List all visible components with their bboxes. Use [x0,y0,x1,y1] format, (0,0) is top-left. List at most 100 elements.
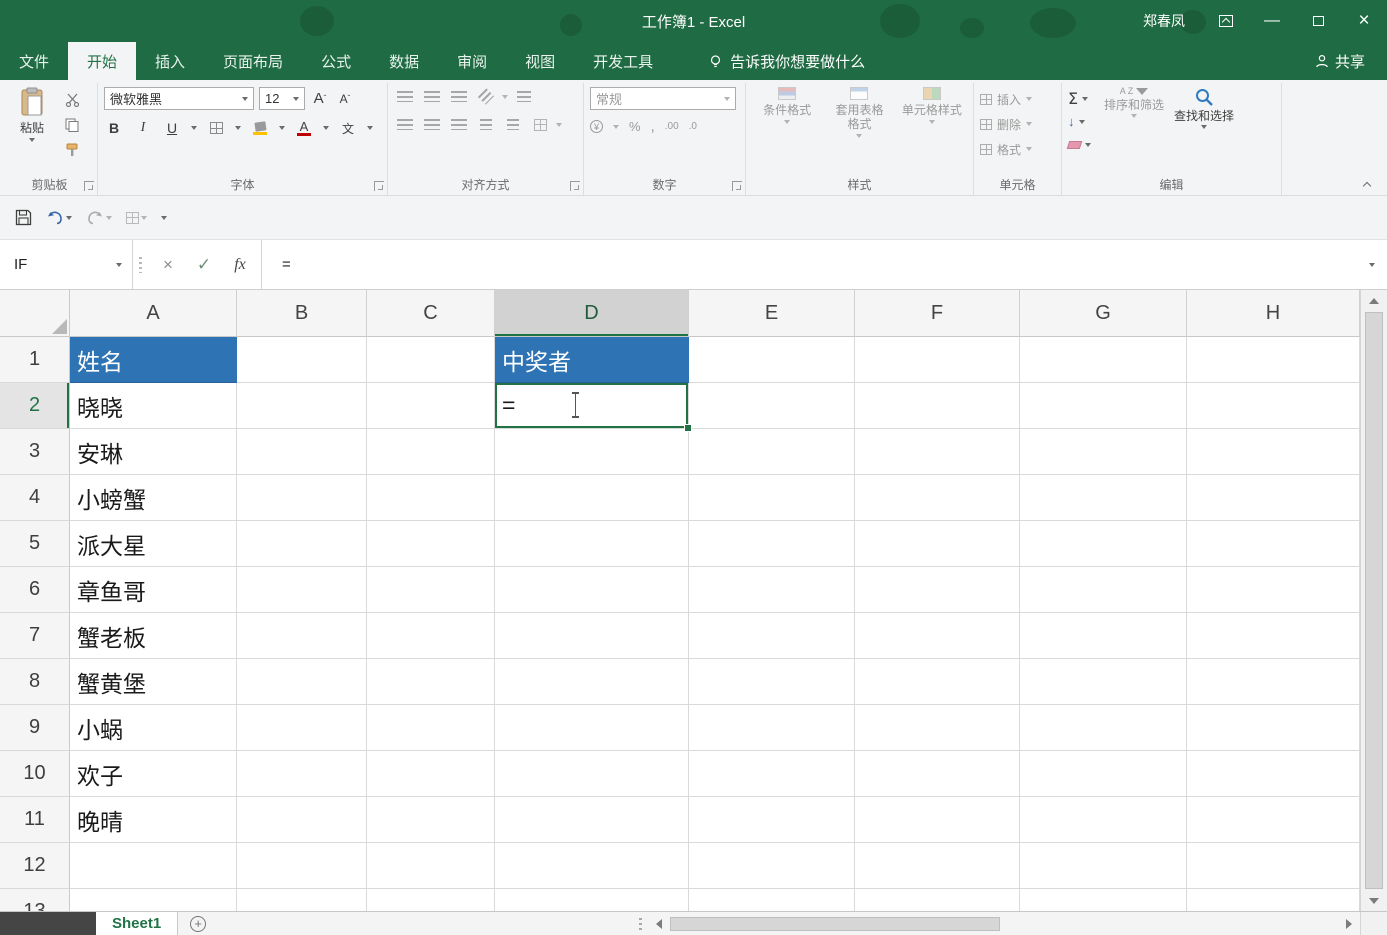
save-button[interactable] [10,204,37,232]
cell-D8[interactable] [495,659,689,705]
cell-D9[interactable] [495,705,689,751]
cell-B7[interactable] [237,613,367,659]
cell-A4[interactable]: 小螃蟹 [70,475,237,521]
cell-E1[interactable] [689,337,855,383]
cell-D7[interactable] [495,613,689,659]
cell-G11[interactable] [1020,797,1187,843]
cell-E9[interactable] [689,705,855,751]
cell-A12[interactable] [70,843,237,889]
column-header-B[interactable]: B [237,290,367,337]
number-format-select[interactable]: 常规 [590,87,736,110]
number-dialog-launcher[interactable] [732,181,742,191]
cell-A11[interactable]: 晚晴 [70,797,237,843]
cell-B4[interactable] [237,475,367,521]
tab-review[interactable]: 审阅 [438,42,506,80]
cell-E5[interactable] [689,521,855,567]
comma-style-button[interactable]: , [651,118,655,135]
tab-file[interactable]: 文件 [0,42,68,80]
cell-C12[interactable] [367,843,495,889]
tab-page-layout[interactable]: 页面布局 [204,42,302,80]
format-cells-button[interactable]: 格式 [980,139,1032,159]
fill-color-dropdown-icon[interactable] [279,126,285,130]
orientation-button[interactable] [475,87,497,106]
tab-developer[interactable]: 开发工具 [574,42,672,80]
cell-E11[interactable] [689,797,855,843]
cell-E12[interactable] [689,843,855,889]
column-header-H[interactable]: H [1187,290,1360,337]
cell-C6[interactable] [367,567,495,613]
increase-font-button[interactable]: Aˆ [310,89,330,109]
cancel-button[interactable]: × [151,240,185,289]
font-color-dropdown-icon[interactable] [323,126,329,130]
cell-C9[interactable] [367,705,495,751]
format-painter-button[interactable] [60,140,84,160]
cell-D2[interactable]: = [495,383,689,429]
decrease-indent-button[interactable] [475,115,497,134]
delete-cells-button[interactable]: 删除 [980,114,1032,134]
percent-style-button[interactable]: % [629,119,641,134]
cell-H9[interactable] [1187,705,1360,751]
decrease-decimal-button[interactable]: .0 [689,121,697,132]
font-dialog-launcher[interactable] [374,181,384,191]
cell-C11[interactable] [367,797,495,843]
cell-F1[interactable] [855,337,1020,383]
cell-F9[interactable] [855,705,1020,751]
row-header-5[interactable]: 5 [0,521,70,567]
phonetic-guide-button[interactable]: 文 [338,118,358,138]
cell-E3[interactable] [689,429,855,475]
cell-G8[interactable] [1020,659,1187,705]
cell-F7[interactable] [855,613,1020,659]
copy-button[interactable] [60,115,84,135]
vertical-scrollbar[interactable] [1360,290,1387,911]
sort-filter-button[interactable]: A Z 排序和筛选 [1099,87,1169,118]
collapse-ribbon-icon[interactable] [1363,181,1371,189]
cell-G5[interactable] [1020,521,1187,567]
cell-A8[interactable]: 蟹黄堡 [70,659,237,705]
cell-B6[interactable] [237,567,367,613]
ribbon-display-options-icon[interactable] [1203,0,1249,42]
fill-handle[interactable] [684,424,692,432]
autosum-button[interactable]: Σ [1068,89,1091,108]
paste-button[interactable]: 粘贴 [8,87,56,142]
cell-H10[interactable] [1187,751,1360,797]
cell-H5[interactable] [1187,521,1360,567]
fill-button[interactable]: ↓ [1068,112,1091,131]
cell-H4[interactable] [1187,475,1360,521]
cell-B2[interactable] [237,383,367,429]
paste-dropdown-icon[interactable] [29,138,35,142]
sheet-tab-sheet1[interactable]: Sheet1 [96,912,178,935]
align-left-button[interactable] [394,115,416,134]
row-header-9[interactable]: 9 [0,705,70,751]
cell-B5[interactable] [237,521,367,567]
row-header-10[interactable]: 10 [0,751,70,797]
cell-F12[interactable] [855,843,1020,889]
cell-B1[interactable] [237,337,367,383]
phonetic-dropdown-icon[interactable] [367,126,373,130]
row-header-12[interactable]: 12 [0,843,70,889]
scroll-right-icon[interactable] [1338,912,1360,935]
cell-G13[interactable] [1020,889,1187,911]
cell-H8[interactable] [1187,659,1360,705]
formula-bar-grip[interactable] [133,240,147,289]
cell-styles-button[interactable]: 单元格样式 [897,87,967,124]
cell-H2[interactable] [1187,383,1360,429]
cell-A13[interactable] [70,889,237,911]
column-header-A[interactable]: A [70,290,237,337]
cell-D12[interactable] [495,843,689,889]
align-right-button[interactable] [448,115,470,134]
cell-G6[interactable] [1020,567,1187,613]
cell-D6[interactable] [495,567,689,613]
cell-B12[interactable] [237,843,367,889]
font-name-select[interactable]: 微软雅黑 [104,87,254,110]
cell-A9[interactable]: 小蜗 [70,705,237,751]
cell-F8[interactable] [855,659,1020,705]
scroll-down-icon[interactable] [1361,890,1387,911]
column-header-C[interactable]: C [367,290,495,337]
wrap-text-button[interactable] [513,87,535,106]
cell-G10[interactable] [1020,751,1187,797]
redo-button[interactable] [81,204,117,232]
formula-bar-expand-icon[interactable] [1357,240,1387,289]
cell-E10[interactable] [689,751,855,797]
clear-button[interactable] [1068,135,1091,154]
name-box[interactable]: IF [0,240,133,289]
